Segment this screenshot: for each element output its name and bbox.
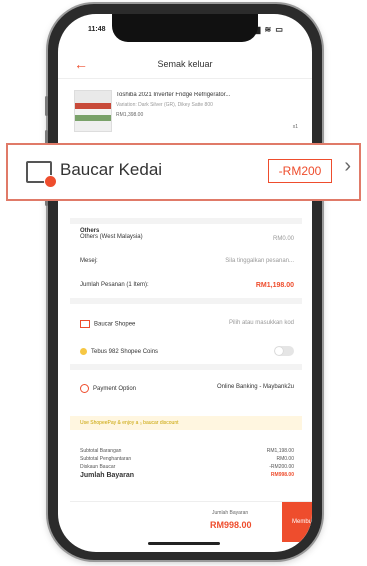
summary-value: -RM200.00 (269, 464, 294, 470)
message-input[interactable]: Sila tinggalkan pesanan... (225, 258, 294, 264)
shop-voucher-row[interactable]: Baucar Kedai -RM200 › (6, 143, 361, 201)
bottom-total-label: Jumlah Bayaran (212, 510, 249, 516)
shopee-voucher-action[interactable]: Pilih atau masukkan kod (229, 320, 294, 326)
coins-toggle[interactable] (274, 346, 294, 356)
section-divider (70, 218, 302, 224)
payment-icon (80, 384, 89, 393)
voucher-icon (26, 161, 57, 188)
summary-value: RM1,198.00 (266, 448, 294, 454)
summary-total-row: Jumlah Bayaran RM998.00 (80, 472, 294, 482)
place-order-button[interactable]: Membuat pesanan (282, 502, 312, 542)
shipping-option-name: Others (West Malaysia) (80, 234, 143, 240)
section-divider (70, 364, 302, 370)
payment-label: Payment Option (93, 386, 137, 393)
product-variant: Variation: Dark Silver (GR), Dikey Satte… (116, 102, 213, 108)
shipping-price: RM0.00 (272, 236, 294, 242)
summary-row: Diskaun Baucar -RM200.00 (80, 464, 294, 472)
shopee-voucher-label: Baucar Shopee (94, 321, 136, 328)
phone-notch (112, 14, 258, 42)
product-quantity: x1 (292, 124, 298, 130)
status-time: 11:48 (88, 26, 106, 33)
page-title: Semak keluar (157, 59, 213, 69)
voucher-amount: -RM200 (268, 159, 332, 183)
checkout-bottom-bar: Jumlah Bayaran RM998.00 Membuat pesanan (70, 501, 312, 542)
ticket-icon (80, 320, 90, 328)
section-divider (70, 298, 302, 304)
order-total-value: RM1,198.00 (255, 282, 294, 289)
coin-icon (80, 348, 87, 355)
summary-label: Subtotal Barangan (80, 448, 122, 454)
summary-value: RM0.00 (276, 456, 294, 462)
bottom-total-value: RM998.00 (210, 520, 252, 530)
summary-label: Subtotal Penghantaran (80, 456, 132, 462)
phone-screen: 11:48 ▂▄▆ ≋ ▭ ← Semak keluar Toshiba 202… (58, 14, 312, 552)
payment-value: Online Banking - Maybank2u (216, 384, 294, 390)
order-total-label: Jumlah Pesanan (1 Item): (80, 282, 149, 288)
summary-total-value: RM998.00 (270, 472, 294, 478)
shop-voucher-label: Baucar Kedai (60, 160, 163, 179)
payment-summary: Subtotal Barangan RM1,198.00 Subtotal Pe… (80, 448, 294, 482)
message-label: Mesej: (80, 258, 98, 264)
summary-row: Subtotal Penghantaran RM0.00 (80, 456, 294, 464)
summary-total-label: Jumlah Bayaran (80, 472, 135, 479)
product-item[interactable]: Toshiba 2021 Inverter Fridge Refrigerato… (70, 86, 302, 148)
coins-label: Tebus 982 Shopee Coins (91, 349, 159, 356)
product-name: Toshiba 2021 Inverter Fridge Refrigerato… (116, 92, 231, 98)
product-thumbnail (74, 90, 112, 132)
checkout-header: ← Semak keluar (58, 52, 312, 79)
summary-row: Subtotal Barangan RM1,198.00 (80, 448, 294, 456)
payment-notice: Use ShopeePay & enjoy a ₃ baucar discoun… (70, 416, 302, 430)
summary-label: Diskaun Baucar (80, 464, 116, 470)
home-indicator[interactable] (148, 542, 220, 545)
chevron-right-icon[interactable]: › (344, 155, 351, 178)
product-price: RM1,398.00 (116, 112, 144, 118)
